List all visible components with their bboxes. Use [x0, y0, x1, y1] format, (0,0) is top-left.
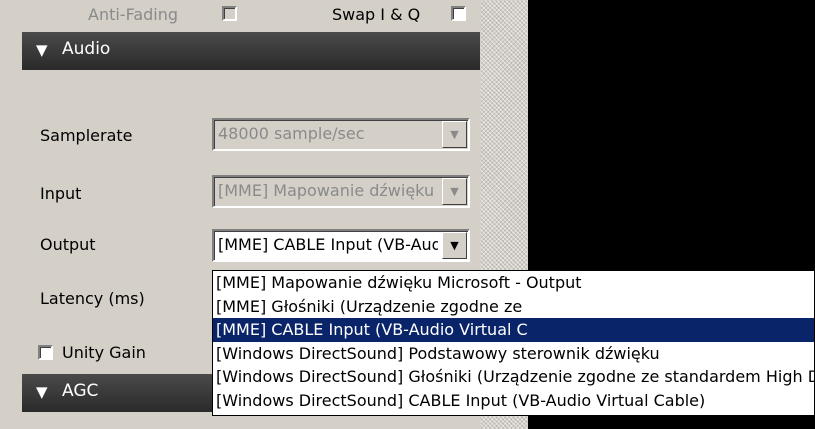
output-device-value: [MME] CABLE Input (VB-Audio Virtual C [218, 235, 438, 254]
dropdown-option[interactable]: [MME] Głośniki (Urządzenie zgodne ze [213, 295, 814, 319]
swap-iq-checkbox[interactable] [451, 6, 466, 21]
dropdown-option[interactable]: [Windows DirectSound] CABLE Input (VB-Au… [213, 389, 814, 413]
unity-gain-checkbox[interactable] [38, 345, 53, 360]
samplerate-value: 48000 sample/sec [218, 124, 365, 143]
anti-fading-checkbox[interactable] [222, 6, 237, 21]
input-device-select[interactable]: [MME] Mapowanie dźwięku Microsoft - Inpu… [212, 175, 470, 208]
samplerate-select[interactable]: 48000 sample/sec ▼ [212, 118, 470, 151]
chevron-down-icon[interactable]: ▼ [442, 232, 467, 259]
dropdown-option-selected[interactable]: [MME] CABLE Input (VB-Audio Virtual C [213, 318, 814, 342]
audio-section-title: Audio [62, 39, 111, 59]
chevron-down-icon[interactable]: ▼ [442, 121, 467, 148]
output-label: Output [40, 235, 96, 254]
agc-section-title: AGC [62, 381, 99, 401]
output-device-select[interactable]: [MME] CABLE Input (VB-Audio Virtual C ▼ [212, 229, 470, 262]
samplerate-label: Samplerate [40, 126, 133, 145]
input-device-value: [MME] Mapowanie dźwięku Microsoft - Inpu… [218, 181, 438, 200]
dropdown-option[interactable]: [Windows DirectSound] Głośniki (Urządzen… [213, 365, 814, 389]
swap-iq-label: Swap I & Q [332, 5, 421, 24]
collapse-triangle-icon: ▼ [36, 41, 48, 59]
dropdown-option[interactable]: [MME] Mapowanie dźwięku Microsoft - Outp… [213, 271, 814, 295]
input-label: Input [40, 184, 82, 203]
chevron-down-icon[interactable]: ▼ [442, 178, 467, 205]
collapse-triangle-icon: ▼ [36, 383, 48, 401]
output-device-dropdown-list: [MME] Mapowanie dźwięku Microsoft - Outp… [212, 270, 815, 416]
dropdown-option[interactable]: [Windows DirectSound] Podstawowy sterown… [213, 342, 814, 366]
anti-fading-label: Anti-Fading [88, 5, 179, 24]
audio-section-header[interactable]: ▼ Audio [22, 32, 480, 70]
latency-label: Latency (ms) [40, 289, 145, 308]
unity-gain-label: Unity Gain [62, 343, 146, 362]
